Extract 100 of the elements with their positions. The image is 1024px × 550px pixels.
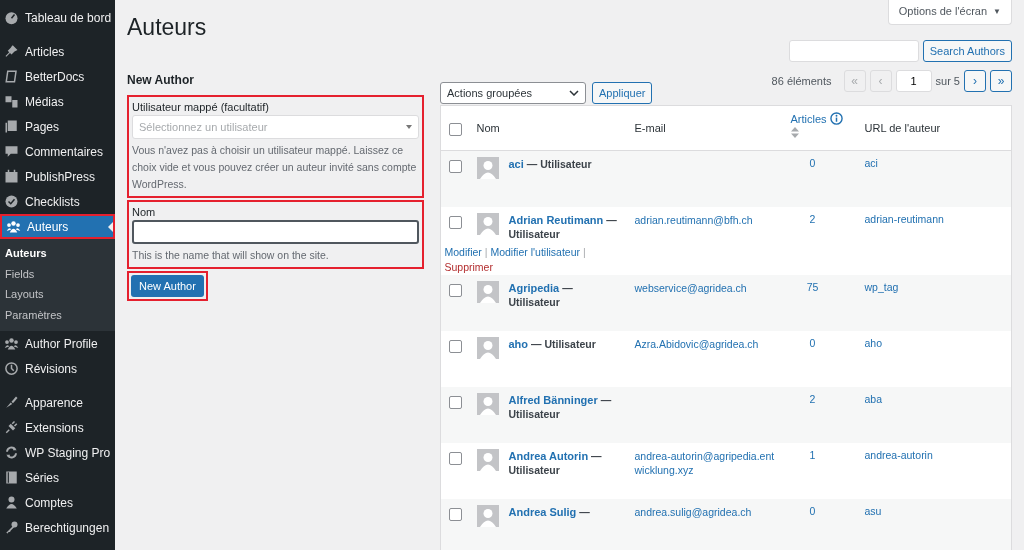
menu-icon xyxy=(4,470,19,485)
author-name-link[interactable]: aci xyxy=(508,158,524,170)
menu-item[interactable]: Commentaires xyxy=(0,139,115,164)
avatar-icon xyxy=(476,157,499,179)
name-field[interactable] xyxy=(132,219,419,244)
avatar-icon xyxy=(476,281,499,303)
submenu-item[interactable]: Auteurs xyxy=(5,247,47,259)
edit-link[interactable]: Modifier xyxy=(444,246,482,258)
menu-item[interactable]: Checklists xyxy=(0,189,115,214)
menu-item[interactable]: Extensions xyxy=(0,415,115,440)
menu-icon xyxy=(4,94,19,109)
page-total: sur 5 xyxy=(935,75,960,87)
sort-icon xyxy=(790,127,799,138)
new-author-button[interactable]: New Author xyxy=(131,274,204,297)
menu-item[interactable]: Médias xyxy=(0,89,115,114)
checkbox[interactable] xyxy=(449,340,462,353)
menu-item[interactable]: Berechtigungen xyxy=(0,515,115,540)
submenu-item[interactable]: Fields xyxy=(5,267,35,280)
email-link[interactable]: adrian.reutimann@bfh.ch xyxy=(634,213,775,227)
checkbox[interactable] xyxy=(449,452,462,465)
menu-item[interactable]: Séries xyxy=(0,465,115,490)
screen-options-tab[interactable]: Options de l'écran ▼ xyxy=(887,0,1012,25)
article-count-link[interactable]: 0 xyxy=(790,337,849,349)
author-title: Andrea Autorin — Utilisateur xyxy=(508,449,603,477)
menu-item[interactable]: Révisions xyxy=(0,356,115,381)
checkbox[interactable] xyxy=(449,284,462,297)
page-nav-button[interactable]: › xyxy=(964,70,986,92)
author-name-link[interactable]: Andrea Autorin xyxy=(508,450,589,462)
field-label: Nom xyxy=(132,205,157,218)
section-title: New Author xyxy=(127,72,195,87)
menu-item[interactable]: PublishPress xyxy=(0,164,115,189)
author-title: aho — Utilisateur xyxy=(508,337,596,352)
menu-item[interactable]: Tableau de bord xyxy=(0,5,115,30)
menu-icon xyxy=(4,119,19,134)
author-title: Andrea Sulig — xyxy=(508,505,590,520)
page-title: Auteurs xyxy=(127,14,208,42)
search-field[interactable] xyxy=(788,40,919,62)
chevron-icon xyxy=(569,90,579,96)
author-url-link[interactable]: asu xyxy=(864,505,882,517)
email-link[interactable]: Azra.Abidovic@agridea.ch xyxy=(634,337,775,351)
menu-item[interactable]: Pages xyxy=(0,114,115,139)
article-count-link[interactable]: 0 xyxy=(790,505,849,517)
menu-icon xyxy=(4,520,19,535)
checkbox[interactable] xyxy=(449,160,462,173)
avatar-icon xyxy=(476,213,499,235)
menu-item[interactable]: Author Profile xyxy=(0,331,115,356)
submenu-item[interactable]: Layouts xyxy=(5,288,44,300)
author-name-link[interactable]: aho xyxy=(508,338,529,350)
menu-item[interactable]: WP Staging Pro xyxy=(0,440,115,465)
checkbox[interactable] xyxy=(449,396,462,409)
column-header[interactable]: Articles xyxy=(790,113,827,125)
menu-item[interactable]: Articles xyxy=(0,39,115,64)
article-count-link[interactable]: 2 xyxy=(790,213,849,225)
author-url-link[interactable]: aba xyxy=(864,393,883,405)
menu-icon xyxy=(4,336,19,351)
submenu-item[interactable]: Paramètres xyxy=(5,308,62,321)
item-count: 86 éléments xyxy=(771,75,832,87)
menu-item[interactable]: BetterDocs xyxy=(0,64,115,89)
search-button[interactable]: Search Authors xyxy=(922,40,1012,62)
menu-icon xyxy=(4,169,19,184)
delete-link[interactable]: Supprimer xyxy=(444,261,493,273)
avatar-icon xyxy=(476,505,499,527)
menu-item[interactable]: Comptes xyxy=(0,490,115,515)
column-header: Nom xyxy=(476,122,500,134)
author-url-link[interactable]: adrian-reutimann xyxy=(864,213,944,225)
page-nav-button[interactable]: » xyxy=(990,70,1012,92)
author-url-link[interactable]: aho xyxy=(864,337,883,349)
author-url-link[interactable]: aci xyxy=(864,157,878,169)
edit-link[interactable]: Modifier l'utilisateur xyxy=(490,246,580,258)
bulk-actions-dropdown[interactable]: Actions groupées xyxy=(440,82,586,104)
author-url-link[interactable]: andrea-autorin xyxy=(864,449,933,461)
article-count-link[interactable]: 0 xyxy=(790,157,849,169)
avatar-icon xyxy=(476,393,499,415)
separator: | xyxy=(582,246,586,258)
author-name-link[interactable]: Agripedia xyxy=(508,282,560,294)
page-number-field[interactable]: 1 xyxy=(895,70,932,92)
checkbox[interactable] xyxy=(449,123,462,136)
menu-icon xyxy=(4,10,19,25)
help-text: This is the name that will show on the site. xyxy=(132,247,330,263)
email-link[interactable]: andrea-autorin@agripedia.entwicklung.xyz xyxy=(634,449,775,477)
menu-item[interactable]: Auteurs xyxy=(0,214,115,239)
menu-icon xyxy=(4,44,19,59)
help-text: Vous n'avez pas à choisir un utilisateur mappé. Laissez ce choix vide et vous pouvez créer un auteur invité sans compte WordPress. xyxy=(132,142,418,192)
author-name-link[interactable]: Andrea Sulig xyxy=(508,506,577,518)
checkbox[interactable] xyxy=(449,216,462,229)
separator: | xyxy=(484,246,488,258)
author-url-link[interactable]: wp_tag xyxy=(864,281,899,293)
author-name-link[interactable]: Adrian Reutimann xyxy=(508,214,604,226)
menu-icon xyxy=(4,420,19,435)
menu-item[interactable]: Apparence xyxy=(0,390,115,415)
menu-icon xyxy=(4,144,19,159)
author-name-link[interactable]: Alfred Bänninger xyxy=(508,394,598,406)
article-count-link[interactable]: 75 xyxy=(790,281,849,293)
author-title: Alfred Bänninger — Utilisateur xyxy=(508,393,613,421)
menu-icon xyxy=(4,194,19,209)
apply-button[interactable]: Appliquer xyxy=(592,82,653,104)
author-title: Agripedia — Utilisateur xyxy=(508,281,574,309)
checkbox[interactable] xyxy=(449,508,462,521)
article-count-link[interactable]: 1 xyxy=(790,449,849,461)
article-count-link[interactable]: 2 xyxy=(790,393,849,405)
